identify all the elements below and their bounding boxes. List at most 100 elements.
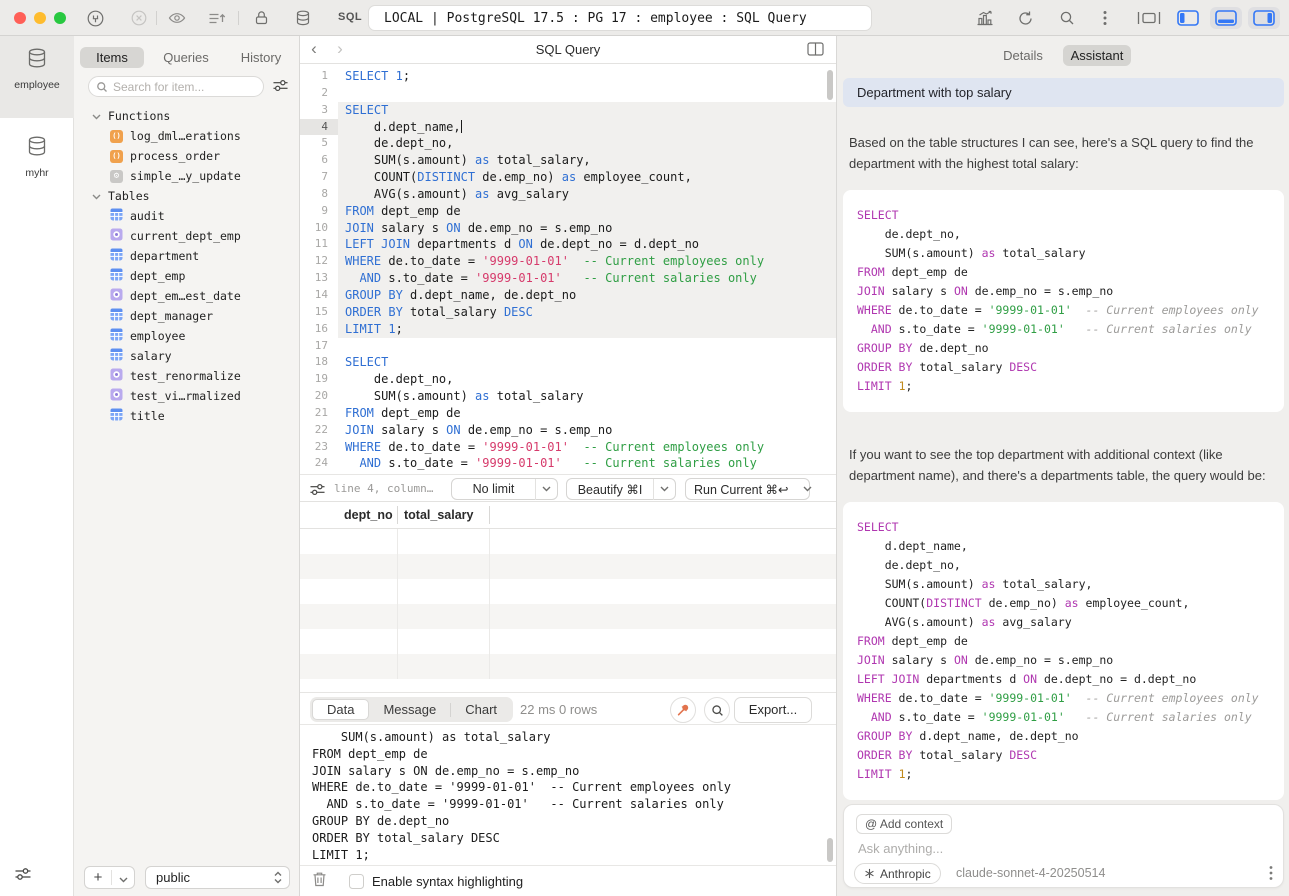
- editor-line[interactable]: 9FROM dept_emp de: [300, 203, 836, 220]
- tab-chart[interactable]: Chart: [451, 699, 511, 720]
- add-item-button[interactable]: +: [84, 866, 135, 889]
- run-current-button[interactable]: Run Current ⌘↩: [685, 478, 810, 500]
- sidebar-item-employee[interactable]: employee: [74, 326, 300, 346]
- assistant-session-title[interactable]: Department with top salary: [843, 78, 1284, 107]
- editor-line[interactable]: 7 COUNT(DISTINCT de.emp_no) as employee_…: [300, 169, 836, 186]
- editor-line[interactable]: 4 d.dept_name,: [300, 119, 836, 136]
- commit-list-icon[interactable]: [208, 9, 226, 27]
- editor-line[interactable]: 17: [300, 338, 836, 355]
- tab-queries[interactable]: Queries: [158, 47, 214, 68]
- editor-line[interactable]: 16LIMIT 1;: [300, 321, 836, 338]
- sidebar-item-simple_y_update[interactable]: ⚙simple_…y_update: [74, 166, 300, 186]
- add-context-button[interactable]: @ Add context: [856, 814, 952, 834]
- editor-line[interactable]: 24 AND s.to_date = '9999-01-01' -- Curre…: [300, 455, 836, 472]
- editor-line[interactable]: 5 de.dept_no,: [300, 135, 836, 152]
- toggle-bottom-panel-button[interactable]: [1210, 7, 1242, 29]
- assistant-input[interactable]: Ask anything...: [858, 841, 943, 856]
- sidebar-item-log_dmlerations[interactable]: ()log_dml…erations: [74, 126, 300, 146]
- editor-line[interactable]: 20 SUM(s.amount) as total_salary: [300, 388, 836, 405]
- sidebar-item-audit[interactable]: audit: [74, 206, 300, 226]
- search-icon[interactable]: [1058, 9, 1076, 27]
- message-scrollbar[interactable]: [827, 838, 833, 862]
- tab-items[interactable]: Items: [80, 47, 144, 68]
- editor-line[interactable]: 22JOIN salary s ON de.emp_no = s.emp_no: [300, 422, 836, 439]
- limit-dropdown[interactable]: No limit: [451, 478, 558, 500]
- sidebar-filter-icon[interactable]: [272, 78, 289, 98]
- connection-myhr[interactable]: myhr: [0, 124, 74, 206]
- minimize-window-button[interactable]: [34, 12, 46, 24]
- tab-message[interactable]: Message: [369, 699, 450, 720]
- more-options-icon[interactable]: [1096, 9, 1114, 27]
- database-icon[interactable]: [294, 9, 312, 27]
- tab-details[interactable]: Details: [995, 45, 1051, 66]
- editor-line[interactable]: 12WHERE de.to_date = '9999-01-01' -- Cur…: [300, 253, 836, 270]
- editor-line[interactable]: 15ORDER BY total_salary DESC: [300, 304, 836, 321]
- editor-scrollbar[interactable]: [827, 70, 833, 100]
- sidebar-item-test_renormalize[interactable]: test_renormalize: [74, 366, 300, 386]
- search-input[interactable]: [113, 80, 253, 94]
- sidebar-item-dept_manager[interactable]: dept_manager: [74, 306, 300, 326]
- chart-icon[interactable]: [976, 9, 994, 27]
- editor-line[interactable]: 11LEFT JOIN departments d ON de.dept_no …: [300, 236, 836, 253]
- table-row[interactable]: [300, 654, 836, 679]
- sidebar-item-department[interactable]: department: [74, 246, 300, 266]
- zoom-window-button[interactable]: [54, 12, 66, 24]
- table-row[interactable]: [300, 604, 836, 629]
- export-button[interactable]: Export...: [734, 697, 812, 723]
- table-row[interactable]: [300, 529, 836, 554]
- tree-section-tables[interactable]: Tables: [74, 186, 300, 206]
- sidebar-item-salary[interactable]: salary: [74, 346, 300, 366]
- sql-editor[interactable]: 1SELECT 1;23SELECT4 d.dept_name,5 de.dep…: [300, 64, 836, 474]
- editor-line[interactable]: 2: [300, 85, 836, 102]
- editor-line[interactable]: 19 de.dept_no,: [300, 371, 836, 388]
- schema-select[interactable]: public: [145, 866, 290, 889]
- center-layout-icon[interactable]: [1136, 9, 1162, 27]
- table-row[interactable]: [300, 579, 836, 604]
- trash-icon[interactable]: [312, 871, 327, 892]
- editor-line[interactable]: 21FROM dept_emp de: [300, 405, 836, 422]
- connection-employee[interactable]: employee: [0, 36, 74, 118]
- sidebar-item-current_dept_emp[interactable]: current_dept_emp: [74, 226, 300, 246]
- tab-history[interactable]: History: [234, 47, 288, 68]
- beautify-button[interactable]: Beautify ⌘I: [566, 478, 676, 500]
- editor-line[interactable]: 23WHERE de.to_date = '9999-01-01' -- Cur…: [300, 439, 836, 456]
- tab-data[interactable]: Data: [312, 699, 369, 720]
- rail-filter-icon[interactable]: [14, 866, 32, 887]
- provider-select[interactable]: Anthropic: [854, 863, 941, 884]
- composer-menu-icon[interactable]: [1269, 865, 1273, 886]
- close-window-button[interactable]: [14, 12, 26, 24]
- refresh-icon[interactable]: [1016, 9, 1034, 27]
- toggle-right-panel-button[interactable]: [1248, 7, 1280, 29]
- editor-line[interactable]: 10JOIN salary s ON de.emp_no = s.emp_no: [300, 220, 836, 237]
- sidebar-item-dept_emest_date[interactable]: dept_em…est_date: [74, 286, 300, 306]
- toggle-left-panel-button[interactable]: [1172, 7, 1204, 29]
- editor-line[interactable]: 13 AND s.to_date = '9999-01-01' -- Curre…: [300, 270, 836, 287]
- editor-line[interactable]: 8 AVG(s.amount) as avg_salary: [300, 186, 836, 203]
- sidebar-item-dept_emp[interactable]: dept_emp: [74, 266, 300, 286]
- editor-line[interactable]: 1SELECT 1;: [300, 68, 836, 85]
- tree-section-functions[interactable]: Functions: [74, 106, 300, 126]
- editor-line[interactable]: 6 SUM(s.amount) as total_salary,: [300, 152, 836, 169]
- table-row[interactable]: [300, 629, 836, 654]
- connection-plug-icon[interactable]: [86, 9, 104, 27]
- disconnect-icon[interactable]: [130, 9, 148, 27]
- syntax-highlighting-checkbox[interactable]: [349, 874, 364, 889]
- lock-icon[interactable]: [252, 9, 270, 27]
- sidebar-item-test_virmalized[interactable]: test_vi…rmalized: [74, 386, 300, 406]
- editor-line[interactable]: 18SELECT: [300, 354, 836, 371]
- pin-button[interactable]: [670, 697, 696, 723]
- editor-filter-icon[interactable]: [308, 480, 326, 498]
- column-header-dept_no[interactable]: dept_no: [338, 506, 398, 524]
- sidebar-item-title[interactable]: title: [74, 406, 300, 426]
- editor-line[interactable]: 3SELECT: [300, 102, 836, 119]
- column-header-total_salary[interactable]: total_salary: [398, 506, 490, 524]
- split-editor-icon[interactable]: [807, 42, 824, 61]
- table-cell: [398, 579, 490, 604]
- editor-line[interactable]: 14GROUP BY d.dept_name, de.dept_no: [300, 287, 836, 304]
- table-row[interactable]: [300, 554, 836, 579]
- search-results-button[interactable]: [704, 697, 730, 723]
- preview-eye-icon[interactable]: [168, 9, 186, 27]
- search-field[interactable]: [88, 76, 264, 97]
- tab-assistant[interactable]: Assistant: [1063, 45, 1131, 66]
- sidebar-item-process_order[interactable]: ()process_order: [74, 146, 300, 166]
